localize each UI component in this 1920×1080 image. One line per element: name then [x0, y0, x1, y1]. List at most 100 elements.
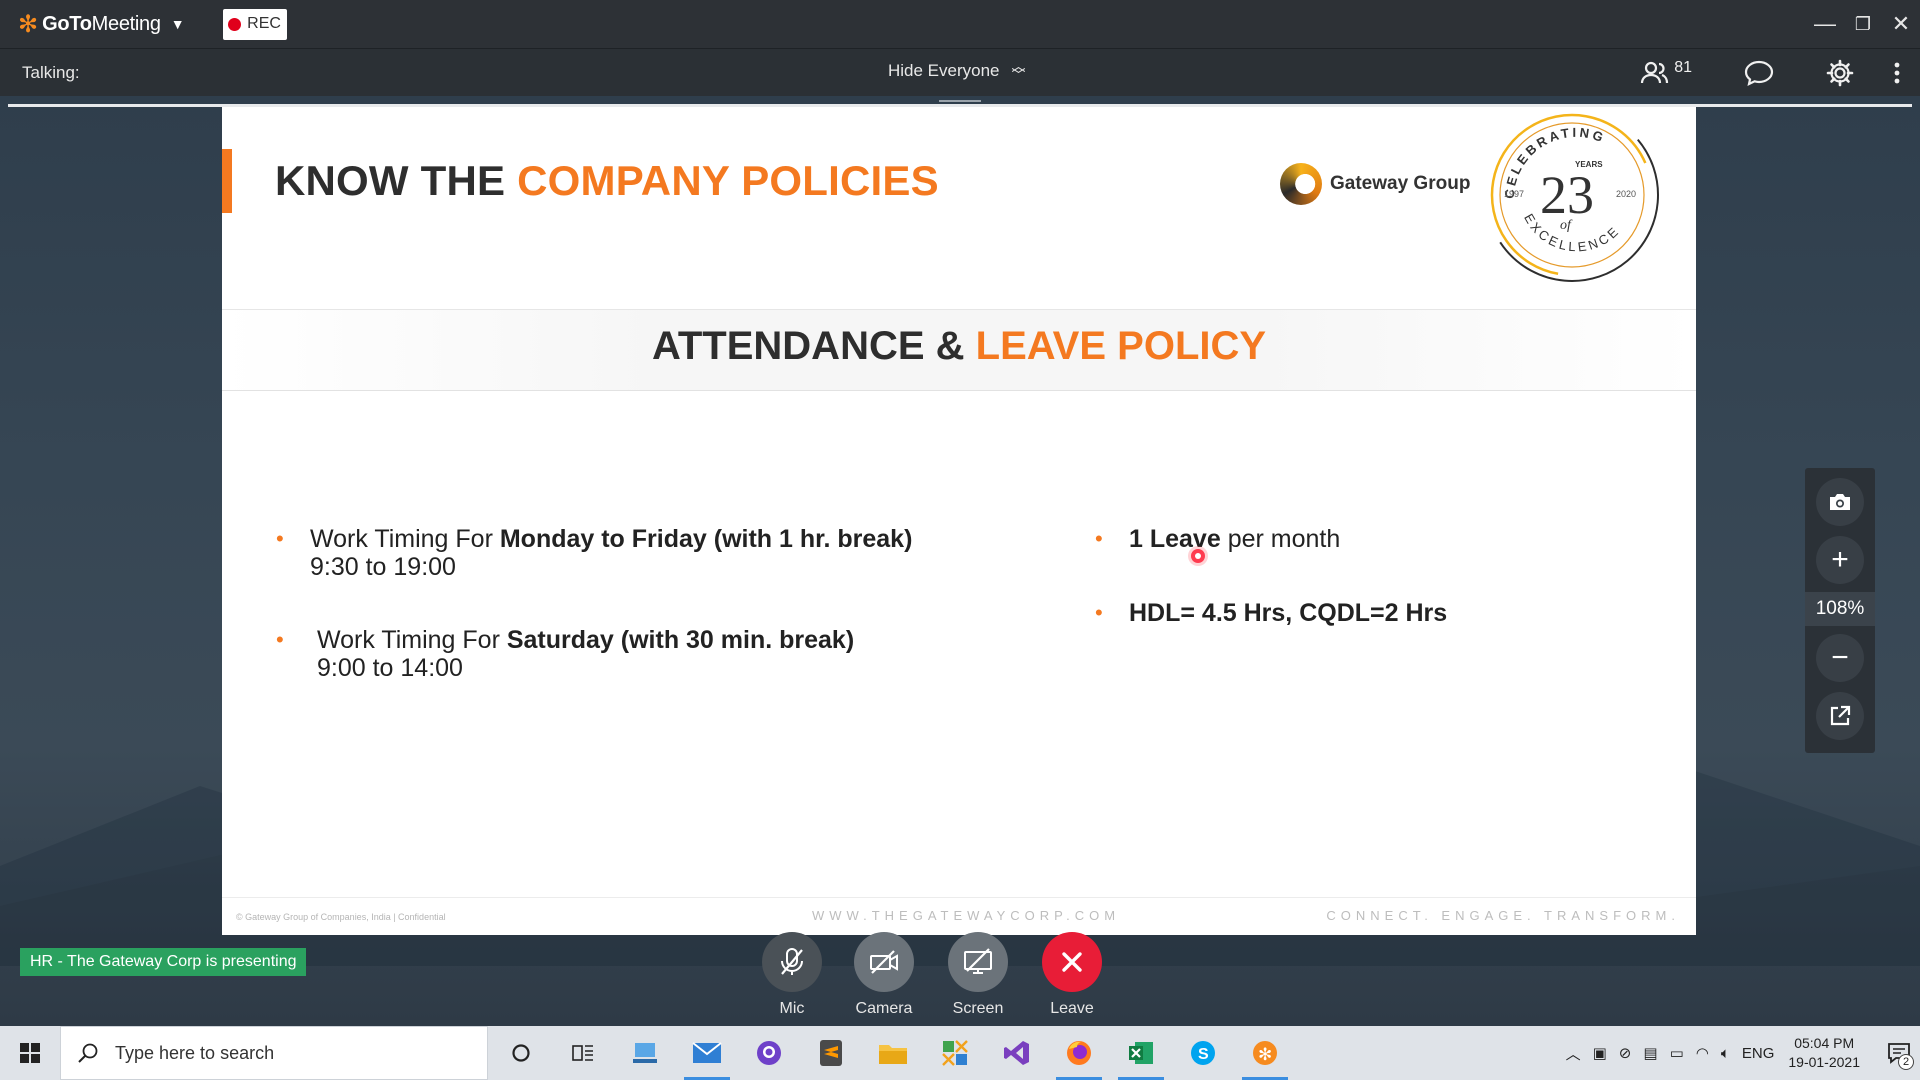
screen-share-stage: KNOW THE COMPANY POLICIES Gateway Group … [0, 96, 1920, 1026]
screen-label: Screen [952, 1000, 1004, 1017]
seal-end-year: 2020 [1616, 189, 1636, 199]
start-button[interactable] [0, 1026, 60, 1080]
restore-button[interactable]: ❐ [1844, 14, 1882, 35]
blue-app-icon [633, 1043, 657, 1063]
leave-button[interactable]: Leave [1027, 932, 1117, 1018]
mail-icon [692, 1042, 722, 1063]
zoom-level: 108% [1805, 592, 1875, 626]
bullet-dot: • [276, 526, 284, 551]
kebab-menu-icon [1894, 62, 1900, 84]
talking-label: Talking: [22, 62, 80, 82]
windows-taskbar: Type here to search S ✻ ︿ ▣ ⊘ ▤ ▭ ◠ 🔈︎ E… [0, 1026, 1920, 1080]
camera-label: Camera [855, 1000, 913, 1017]
taskbar-app-gotomeeting-screen[interactable] [614, 1026, 676, 1080]
attendee-count: 81 [1674, 59, 1692, 76]
close-x-icon [1062, 952, 1082, 972]
slide-footer: © Gateway Group of Companies, India | Co… [222, 897, 1696, 935]
search-placeholder: Type here to search [115, 1042, 275, 1063]
footer-left-text: © Gateway Group of Companies, India | Co… [236, 912, 446, 922]
clock-date: 19-01-2021 [1788, 1054, 1860, 1070]
minimize-button[interactable]: — [1806, 11, 1844, 37]
svg-text:✻: ✻ [1258, 1045, 1272, 1065]
hide-everyone-button[interactable]: Hide Everyone ︿ ﹀ [888, 59, 1026, 82]
notifications-button[interactable]: 2 [1878, 1026, 1920, 1080]
skype-icon: S [1191, 1041, 1215, 1065]
network-error-icon[interactable]: ⊘ [1619, 1044, 1632, 1062]
mic-off-icon [781, 948, 803, 975]
settings-button[interactable] [1826, 59, 1854, 87]
stage-drag-handle[interactable] [939, 100, 981, 102]
screen-circle [948, 932, 1008, 992]
people-icon [1641, 61, 1669, 84]
rec-label: REC [247, 15, 281, 32]
notification-count: 2 [1898, 1054, 1914, 1070]
taskbar-app-excel[interactable] [1110, 1026, 1172, 1080]
leave-label: Leave [1050, 1000, 1094, 1017]
wifi-icon[interactable]: ◠ [1696, 1044, 1709, 1062]
bullet-leave-per-month: • 1 Leave per month [1095, 525, 1341, 553]
display-tray-icon[interactable]: ▤ [1643, 1044, 1657, 1062]
taskbar-app-tool[interactable] [924, 1026, 986, 1080]
window-controls: — ❐ ✕ [1806, 0, 1920, 48]
taskbar-app-gotomeeting[interactable]: ✻ [1234, 1026, 1296, 1080]
taskbar-app-firefox[interactable] [1048, 1026, 1110, 1080]
gateway-logo-icon [1280, 163, 1322, 205]
taskbar-search[interactable]: Type here to search [60, 1026, 488, 1080]
gotomeeting-taskbar-icon: ✻ [1253, 1041, 1277, 1065]
pop-out-icon [1830, 705, 1851, 726]
more-options-button[interactable] [1894, 62, 1900, 84]
windows-logo-icon [20, 1043, 40, 1063]
attendees-button[interactable]: 81 [1640, 59, 1692, 85]
task-view-button[interactable] [552, 1026, 614, 1080]
gotomeeting-logo-icon: ✻ [18, 10, 39, 38]
language-indicator[interactable]: ENG [1742, 1045, 1775, 1062]
app-name: GoToMeeting [42, 12, 161, 35]
taskbar-app-mail[interactable] [676, 1026, 738, 1080]
chat-button[interactable] [1744, 60, 1774, 86]
taskbar-app-file-explorer[interactable] [862, 1026, 924, 1080]
bullet-hdl-cqdl: • HDL= 4.5 Hrs, CQDL=2 Hrs [1095, 599, 1448, 627]
zoom-panel: + 108% − [1805, 468, 1875, 753]
folder-icon [879, 1045, 907, 1064]
seal-start-year: 1997 [1504, 189, 1524, 199]
bullet-dot: • [276, 627, 284, 652]
show-hidden-icons-button[interactable]: ︿ [1566, 1043, 1581, 1064]
title-accent-bar [222, 149, 232, 213]
rec-badge[interactable]: REC [222, 8, 287, 40]
meeting-tray-icon[interactable]: ▣ [1593, 1044, 1607, 1062]
taskbar-app-skype[interactable]: S [1172, 1026, 1234, 1080]
screenshot-button[interactable] [1816, 478, 1864, 526]
plus-icon: + [1831, 543, 1849, 576]
clock[interactable]: 05:04 PM 19-01-2021 [1788, 1034, 1860, 1072]
logo-text: Gateway Group [1330, 173, 1471, 194]
taskbar-app-github[interactable] [738, 1026, 800, 1080]
camera-icon [1830, 494, 1850, 510]
close-button[interactable]: ✕ [1882, 11, 1920, 37]
presenting-label: HR - The Gateway Corp is presenting [20, 948, 307, 976]
gear-icon [1826, 59, 1854, 87]
pop-out-button[interactable] [1816, 692, 1864, 740]
cortana-button[interactable] [490, 1026, 552, 1080]
volume-icon[interactable]: 🔈︎ [1721, 1045, 1730, 1062]
bullet-dot: • [1095, 600, 1103, 625]
battery-icon[interactable]: ▭ [1670, 1044, 1684, 1062]
mic-button[interactable]: Mic [747, 932, 837, 1018]
zoom-out-button[interactable]: − [1816, 634, 1864, 682]
screen-share-button[interactable]: Screen [933, 932, 1023, 1018]
taskbar-app-sublime[interactable] [800, 1026, 862, 1080]
slide-title: KNOW THE COMPANY POLICIES [275, 157, 939, 204]
camera-button[interactable]: Camera [839, 932, 929, 1018]
taskbar-app-visual-studio[interactable] [986, 1026, 1048, 1080]
app-menu[interactable]: ✻ GoToMeeting ▼ [18, 10, 185, 39]
camera-circle [854, 932, 914, 992]
sublime-text-icon [820, 1040, 842, 1066]
gateway-logo: Gateway Group [1280, 163, 1470, 205]
hide-everyone-label: Hide Everyone [888, 61, 1000, 80]
footer-center-text: WWW.THEGATEWAYCORP.COM [812, 908, 1121, 923]
toolbar-right: 81 [1588, 49, 1900, 97]
excel-icon [1129, 1042, 1153, 1064]
leave-circle [1042, 932, 1102, 992]
seal-number: 23 [1540, 165, 1594, 225]
camera-off-icon [870, 950, 898, 974]
zoom-in-button[interactable]: + [1816, 536, 1864, 584]
